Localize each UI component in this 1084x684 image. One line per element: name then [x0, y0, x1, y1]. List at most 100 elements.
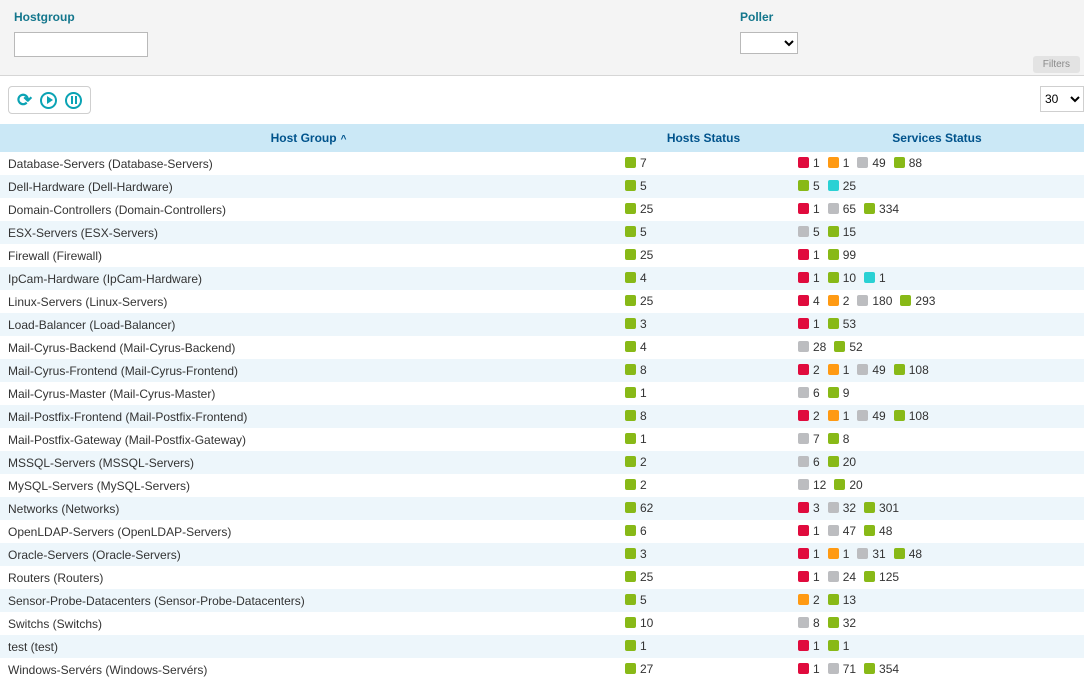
status-chip-green[interactable]: 125: [864, 570, 899, 584]
hostgroup-input[interactable]: [14, 32, 148, 57]
filters-button[interactable]: Filters: [1033, 56, 1080, 73]
status-chip-red[interactable]: 1: [798, 248, 820, 262]
status-chip-green[interactable]: 52: [834, 340, 862, 354]
status-chip-green[interactable]: 99: [828, 248, 856, 262]
status-chip-green[interactable]: 5: [625, 179, 647, 193]
status-chip-green[interactable]: 15: [828, 225, 856, 239]
status-chip-green[interactable]: 108: [894, 409, 929, 423]
hostgroup-name-link[interactable]: Linux-Servers (Linux-Servers): [0, 290, 617, 313]
status-chip-green[interactable]: 6: [625, 524, 647, 538]
status-chip-green[interactable]: 8: [828, 432, 850, 446]
status-chip-green[interactable]: 1: [828, 639, 850, 653]
status-chip-red[interactable]: 1: [798, 317, 820, 331]
status-chip-green[interactable]: 25: [625, 248, 653, 262]
hostgroup-name-link[interactable]: Sensor-Probe-Datacenters (Sensor-Probe-D…: [0, 589, 617, 612]
status-chip-green[interactable]: 293: [900, 294, 935, 308]
status-chip-red[interactable]: 1: [798, 202, 820, 216]
status-chip-green[interactable]: 4: [625, 340, 647, 354]
hostgroup-name-link[interactable]: Mail-Cyrus-Backend (Mail-Cyrus-Backend): [0, 336, 617, 359]
status-chip-gray[interactable]: 71: [828, 662, 856, 676]
status-chip-green[interactable]: 334: [864, 202, 899, 216]
status-chip-green[interactable]: 8: [625, 409, 647, 423]
status-chip-green[interactable]: 48: [894, 547, 922, 561]
status-chip-orange[interactable]: 1: [828, 409, 850, 423]
status-chip-green[interactable]: 3: [625, 317, 647, 331]
status-chip-green[interactable]: 5: [798, 179, 820, 193]
hostgroup-name-link[interactable]: Mail-Cyrus-Master (Mail-Cyrus-Master): [0, 382, 617, 405]
status-chip-red[interactable]: 4: [798, 294, 820, 308]
hostgroup-name-link[interactable]: Load-Balancer (Load-Balancer): [0, 313, 617, 336]
status-chip-green[interactable]: 7: [625, 156, 647, 170]
hostgroup-name-link[interactable]: Firewall (Firewall): [0, 244, 617, 267]
status-chip-green[interactable]: 5: [625, 593, 647, 607]
hostgroup-name-link[interactable]: Mail-Cyrus-Frontend (Mail-Cyrus-Frontend…: [0, 359, 617, 382]
status-chip-red[interactable]: 3: [798, 501, 820, 515]
hostgroup-name-link[interactable]: Database-Servers (Database-Servers): [0, 152, 617, 175]
refresh-icon[interactable]: ⟳: [17, 91, 32, 109]
hostgroup-name-link[interactable]: Domain-Controllers (Domain-Controllers): [0, 198, 617, 221]
hostgroup-name-link[interactable]: test (test): [0, 635, 617, 658]
status-chip-gray[interactable]: 24: [828, 570, 856, 584]
status-chip-orange[interactable]: 1: [828, 547, 850, 561]
status-chip-red[interactable]: 1: [798, 524, 820, 538]
status-chip-green[interactable]: 25: [625, 202, 653, 216]
status-chip-gray[interactable]: 28: [798, 340, 826, 354]
status-chip-red[interactable]: 1: [798, 271, 820, 285]
hostgroup-name-link[interactable]: Windows-Servérs (Windows-Servérs): [0, 658, 617, 681]
status-chip-red[interactable]: 2: [798, 363, 820, 377]
status-chip-orange[interactable]: 2: [828, 294, 850, 308]
status-chip-cyan[interactable]: 1: [864, 271, 886, 285]
status-chip-red[interactable]: 1: [798, 547, 820, 561]
status-chip-green[interactable]: 32: [828, 616, 856, 630]
hostgroup-name-link[interactable]: Routers (Routers): [0, 566, 617, 589]
status-chip-gray[interactable]: 180: [857, 294, 892, 308]
hostgroup-name-link[interactable]: MySQL-Servers (MySQL-Servers): [0, 474, 617, 497]
poller-select[interactable]: [740, 32, 798, 54]
status-chip-red[interactable]: 1: [798, 639, 820, 653]
pause-icon[interactable]: [65, 92, 82, 109]
hostgroup-name-link[interactable]: Networks (Networks): [0, 497, 617, 520]
status-chip-green[interactable]: 8: [625, 363, 647, 377]
status-chip-gray[interactable]: 47: [828, 524, 856, 538]
status-chip-green[interactable]: 27: [625, 662, 653, 676]
column-header-host-group[interactable]: Host Group^: [0, 124, 617, 152]
status-chip-green[interactable]: 354: [864, 662, 899, 676]
hostgroup-name-link[interactable]: IpCam-Hardware (IpCam-Hardware): [0, 267, 617, 290]
status-chip-green[interactable]: 88: [894, 156, 922, 170]
status-chip-red[interactable]: 2: [798, 409, 820, 423]
status-chip-red[interactable]: 1: [798, 156, 820, 170]
status-chip-green[interactable]: 53: [828, 317, 856, 331]
status-chip-green[interactable]: 2: [625, 478, 647, 492]
status-chip-green[interactable]: 20: [834, 478, 862, 492]
status-chip-gray[interactable]: 6: [798, 386, 820, 400]
hostgroup-name-link[interactable]: OpenLDAP-Servers (OpenLDAP-Servers): [0, 520, 617, 543]
status-chip-gray[interactable]: 32: [828, 501, 856, 515]
page-size-select[interactable]: 30: [1040, 86, 1084, 112]
status-chip-gray[interactable]: 65: [828, 202, 856, 216]
status-chip-gray[interactable]: 5: [798, 225, 820, 239]
status-chip-green[interactable]: 5: [625, 225, 647, 239]
hostgroup-name-link[interactable]: Oracle-Servers (Oracle-Servers): [0, 543, 617, 566]
status-chip-green[interactable]: 1: [625, 386, 647, 400]
status-chip-gray[interactable]: 6: [798, 455, 820, 469]
status-chip-green[interactable]: 25: [625, 570, 653, 584]
column-header-services-status[interactable]: Services Status: [790, 124, 1084, 152]
hostgroup-name-link[interactable]: Mail-Postfix-Frontend (Mail-Postfix-Fron…: [0, 405, 617, 428]
status-chip-gray[interactable]: 49: [857, 156, 885, 170]
status-chip-green[interactable]: 62: [625, 501, 653, 515]
status-chip-orange[interactable]: 2: [798, 593, 820, 607]
status-chip-red[interactable]: 1: [798, 662, 820, 676]
status-chip-cyan[interactable]: 25: [828, 179, 856, 193]
status-chip-green[interactable]: 25: [625, 294, 653, 308]
status-chip-green[interactable]: 48: [864, 524, 892, 538]
hostgroup-name-link[interactable]: Mail-Postfix-Gateway (Mail-Postfix-Gatew…: [0, 428, 617, 451]
status-chip-green[interactable]: 9: [828, 386, 850, 400]
status-chip-gray[interactable]: 49: [857, 409, 885, 423]
status-chip-green[interactable]: 13: [828, 593, 856, 607]
status-chip-green[interactable]: 4: [625, 271, 647, 285]
status-chip-orange[interactable]: 1: [828, 363, 850, 377]
status-chip-green[interactable]: 1: [625, 432, 647, 446]
status-chip-green[interactable]: 10: [625, 616, 653, 630]
status-chip-gray[interactable]: 49: [857, 363, 885, 377]
status-chip-gray[interactable]: 12: [798, 478, 826, 492]
